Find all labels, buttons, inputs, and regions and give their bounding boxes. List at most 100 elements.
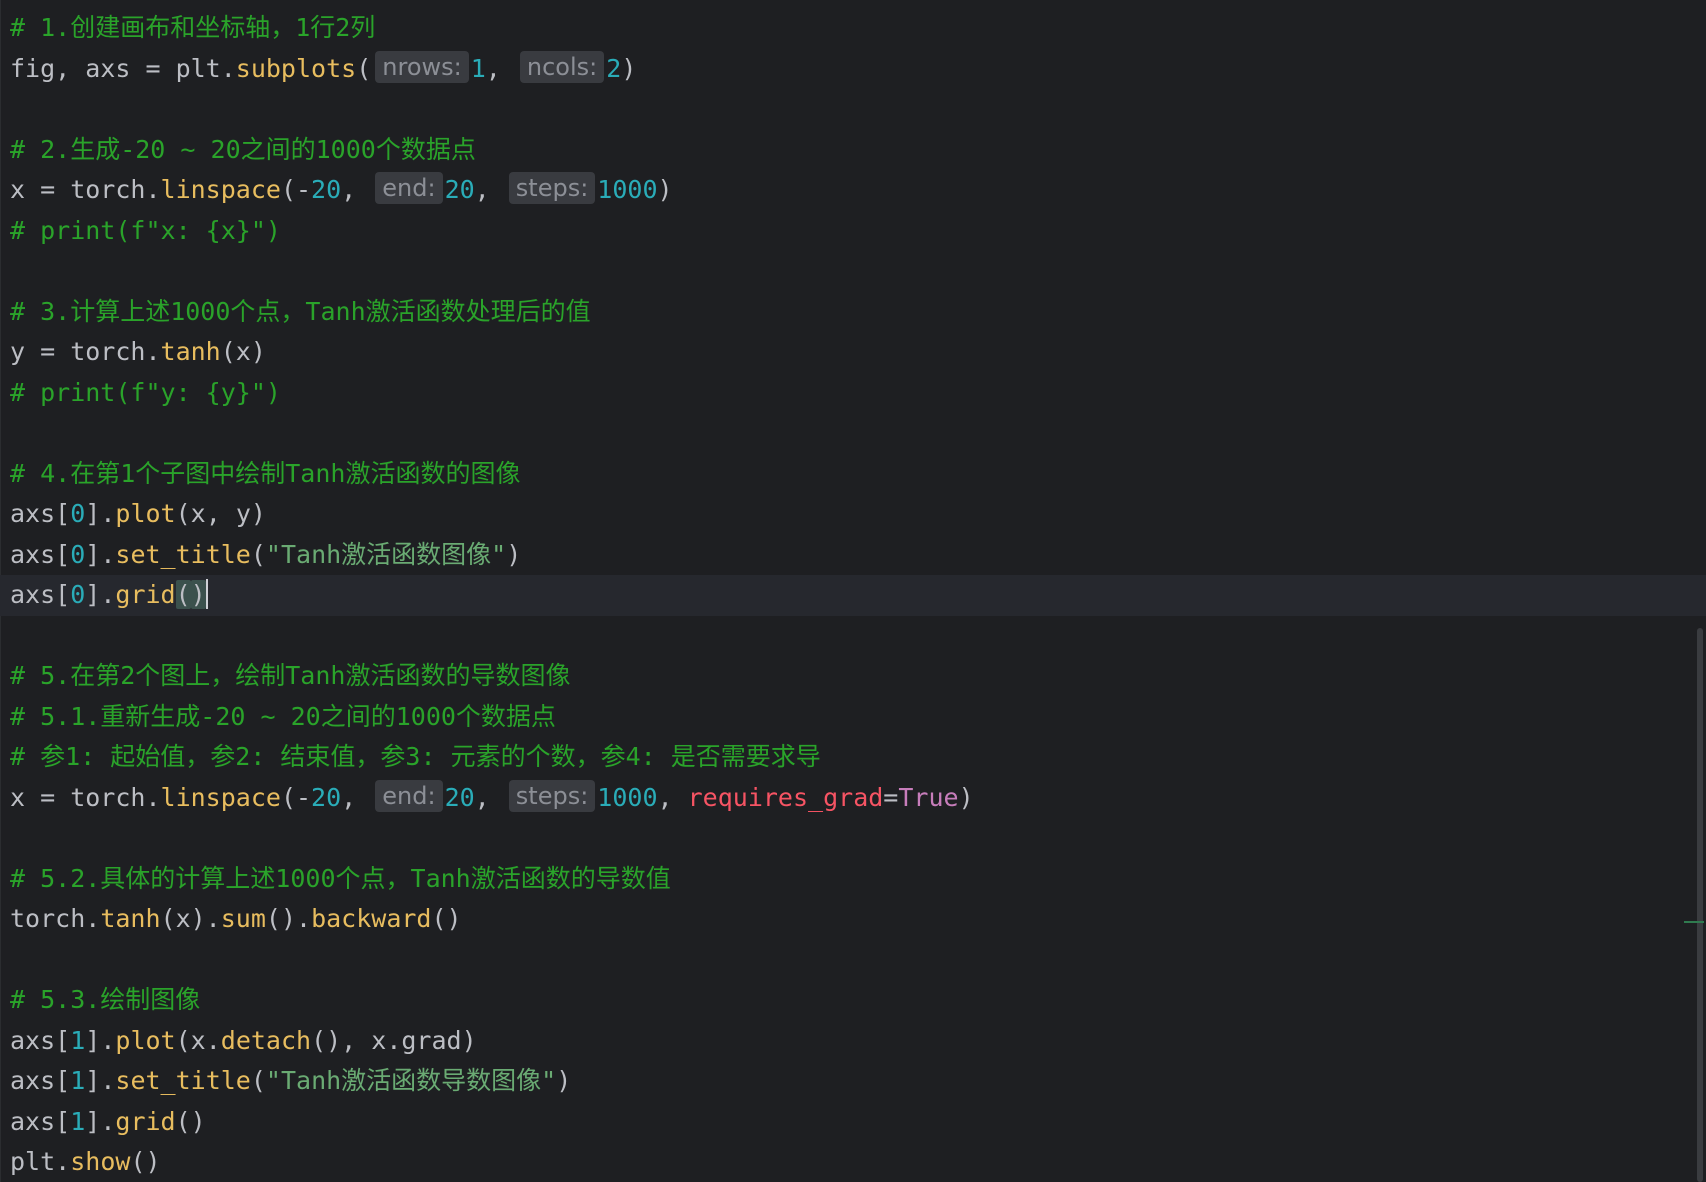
code-comment: # 5.3.绘制图像 — [10, 985, 201, 1014]
code-line[interactable]: # 5.1.重新生成-20 ~ 20之间的1000个数据点 — [10, 697, 1706, 738]
code-line[interactable]: # print(f"y: {y}") — [10, 373, 1706, 414]
code-token: sum — [220, 904, 266, 933]
code-token: ]. — [85, 580, 116, 609]
code-token: plot — [115, 1025, 176, 1055]
code-token: 20 — [444, 782, 475, 812]
code-comment: # 5.在第2个图上，绘制Tanh激活函数的导数图像 — [10, 661, 571, 690]
code-token: requires_grad — [687, 782, 884, 812]
code-line[interactable]: axs[1].plot(x.detach(), x.grad) — [10, 1021, 1706, 1062]
code-token: 2 — [606, 53, 622, 83]
code-line[interactable]: # 1.创建画布和坐标轴，1行2列 — [10, 8, 1706, 49]
code-line[interactable]: plt.show() — [10, 1142, 1706, 1182]
code-token: (- — [280, 175, 312, 204]
code-token: 1 — [70, 1066, 86, 1095]
inlay-hint: steps: — [508, 172, 596, 204]
code-token: "Tanh激活函数图像" — [265, 539, 507, 569]
code-token: ( — [175, 580, 191, 609]
code-line[interactable]: axs[1].set_title("Tanh激活函数导数图像") — [10, 1061, 1706, 1102]
code-line[interactable]: ​ — [10, 413, 1706, 454]
code-line[interactable]: ​ — [10, 89, 1706, 130]
scrollbar-thumb[interactable] — [1697, 628, 1703, 1182]
code-token: (), x.grad) — [311, 1025, 477, 1055]
code-token: 1 — [70, 1106, 86, 1136]
code-token: (x. — [175, 1025, 221, 1055]
code-token: , — [657, 782, 688, 812]
code-editor[interactable]: # 1.创建画布和坐标轴，1行2列 fig, axs = plt.subplots… — [0, 0, 1706, 1182]
code-token: () — [431, 904, 462, 933]
code-line[interactable]: axs[1].grid() — [10, 1102, 1706, 1143]
code-line[interactable]: # 3.计算上述1000个点，Tanh激活函数处理后的值 — [10, 292, 1706, 333]
code-token: ( — [250, 539, 266, 569]
code-token: (x, y) — [175, 499, 266, 528]
code-token: axs[ — [10, 1066, 71, 1095]
code-line[interactable]: axs[0].set_title("Tanh激活函数图像") — [10, 535, 1706, 576]
code-line[interactable]: y = torch.tanh(x) — [10, 332, 1706, 373]
code-token: 20 — [311, 175, 342, 204]
code-token: plot — [115, 499, 176, 528]
code-token: 0 — [70, 499, 86, 528]
code-line[interactable]: ​ — [10, 940, 1706, 981]
code-comment: # 5.2.具体的计算上述1000个点，Tanh激活函数的导数值 — [10, 863, 671, 893]
code-comment: # 5.1.重新生成-20 ~ 20之间的1000个数据点 — [10, 701, 556, 731]
code-token: , — [485, 53, 516, 83]
code-line[interactable]: # 2.生成-20 ~ 20之间的1000个数据点 — [10, 130, 1706, 171]
code-token: plt. — [10, 1147, 71, 1176]
code-comment: # 4.在第1个子图中绘制Tanh激活函数的图像 — [10, 458, 521, 488]
code-token: show — [70, 1147, 131, 1176]
code-token: tanh — [160, 337, 221, 366]
code-line[interactable]: axs[0].grid() — [0, 575, 1706, 616]
code-token: grid — [115, 1106, 176, 1136]
code-token: detach — [220, 1025, 312, 1055]
code-token: axs[ — [10, 580, 71, 609]
code-line[interactable]: fig, axs = plt.subplots(nrows: 1, ncols: 2… — [10, 49, 1706, 90]
code-token: tanh — [100, 904, 161, 933]
code-token: () — [130, 1147, 161, 1176]
code-token: True — [898, 782, 959, 812]
code-token: (). — [265, 904, 312, 933]
code-token: backward — [311, 904, 432, 933]
code-line[interactable]: ​ — [10, 251, 1706, 292]
code-line[interactable]: x = torch.linspace(-20, end: 20, steps: 10… — [10, 170, 1706, 211]
code-token: 1 — [470, 53, 486, 83]
code-token: ( — [356, 53, 372, 83]
code-token: grid — [115, 580, 176, 609]
code-token: x = torch. — [10, 175, 161, 204]
code-token: "Tanh激活函数导数图像" — [265, 1066, 557, 1095]
code-token: = — [883, 782, 899, 812]
code-line[interactable]: # 5.在第2个图上，绘制Tanh激活函数的导数图像 — [10, 656, 1706, 697]
code-line[interactable]: x = torch.linspace(-20, end: 20, steps: 10… — [10, 778, 1706, 819]
code-token: fig, axs = plt. — [10, 53, 236, 83]
code-line[interactable]: ​ — [10, 818, 1706, 859]
code-token: y = torch. — [10, 337, 161, 366]
code-lines[interactable]: # 1.创建画布和坐标轴，1行2列 fig, axs = plt.subplots… — [0, 8, 1706, 1182]
code-token: ]. — [85, 1025, 116, 1055]
code-token: ) — [958, 782, 974, 812]
code-line[interactable]: # 4.在第1个子图中绘制Tanh激活函数的图像 — [10, 454, 1706, 495]
code-token: 1 — [70, 1025, 86, 1055]
code-token: (- — [280, 782, 312, 812]
code-token: 1000 — [597, 175, 658, 204]
code-comment: # print(f"y: {y}") — [10, 377, 281, 407]
code-token: ]. — [85, 1066, 116, 1095]
code-line[interactable]: # 5.2.具体的计算上述1000个点，Tanh激活函数的导数值 — [10, 859, 1706, 900]
code-token: , — [341, 782, 372, 812]
code-line[interactable]: torch.tanh(x).sum().backward() — [10, 899, 1706, 940]
code-token: ) — [506, 539, 522, 569]
change-marker — [1684, 921, 1704, 923]
code-token: ]. — [85, 1106, 116, 1136]
code-token: axs[ — [10, 499, 71, 528]
code-token: set_title — [115, 539, 251, 569]
inlay-hint: end: — [375, 172, 443, 204]
code-token: ) — [657, 175, 673, 204]
code-line[interactable]: # print(f"x: {x}") — [10, 211, 1706, 252]
code-token: linspace — [160, 782, 281, 812]
code-line[interactable]: # 参1: 起始值，参2: 结束值，参3: 元素的个数，参4: 是否需要求导 — [10, 737, 1706, 778]
code-token: (x) — [220, 337, 266, 366]
code-line[interactable]: axs[0].plot(x, y) — [10, 494, 1706, 535]
code-token: ) — [621, 53, 637, 83]
code-token: ]. — [85, 539, 116, 569]
code-token: 0 — [70, 580, 86, 609]
code-comment: # 1.创建画布和坐标轴，1行2列 — [10, 13, 376, 42]
code-line[interactable]: ​ — [10, 616, 1706, 657]
code-line[interactable]: # 5.3.绘制图像 — [10, 980, 1706, 1021]
